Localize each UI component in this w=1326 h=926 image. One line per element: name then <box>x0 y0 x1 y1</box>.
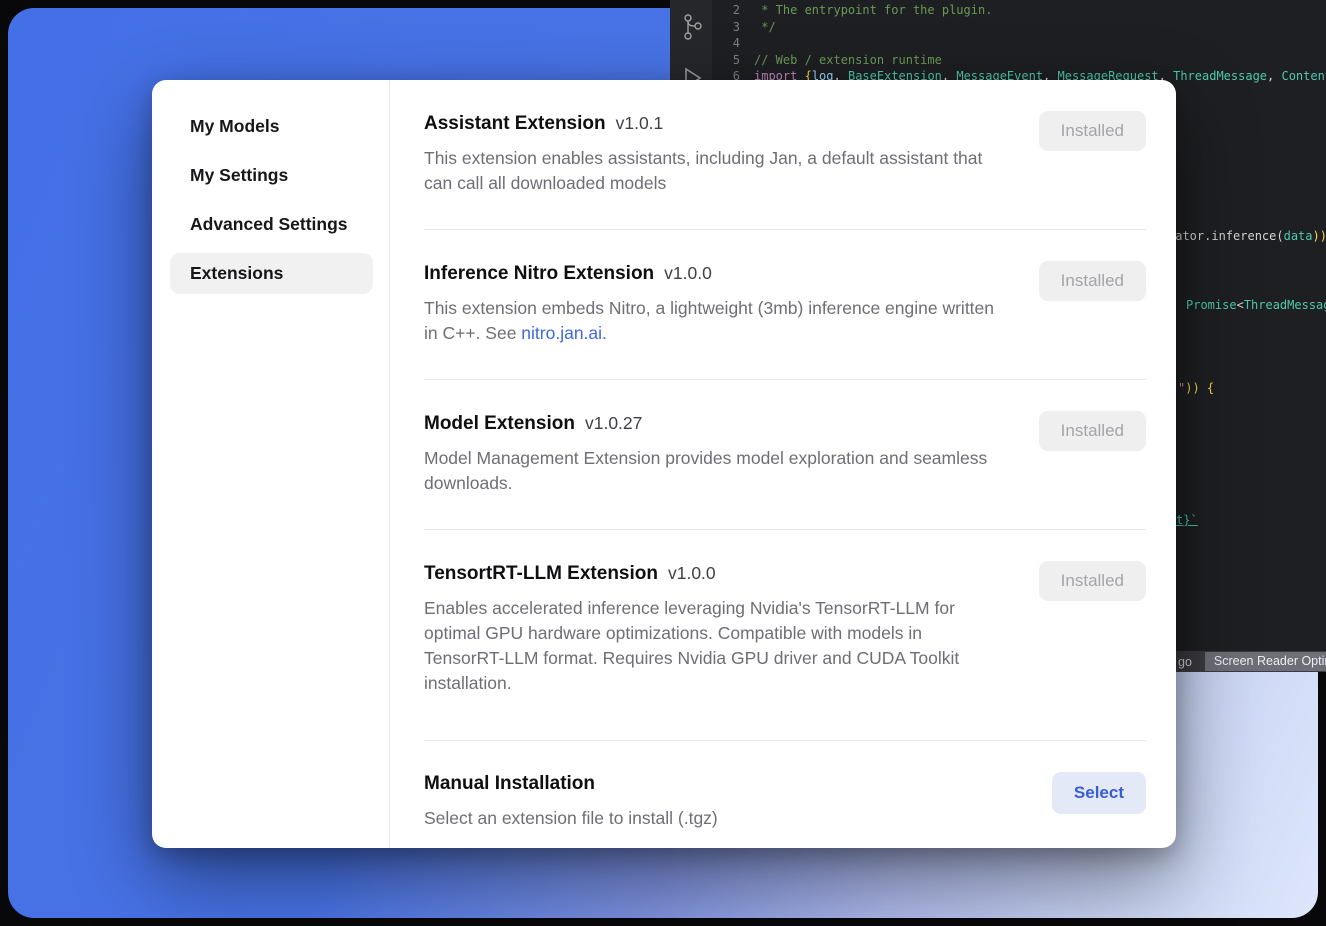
code-text: */ <box>754 19 776 36</box>
extensions-list: Assistant Extension v1.0.1 This extension … <box>390 80 1176 848</box>
code-line: 3 */ <box>712 19 1326 36</box>
extension-row: Manual Installation Select an extension f… <box>424 741 1146 848</box>
source-control-icon[interactable] <box>678 12 704 42</box>
extension-info: TensortRT-LLM Extension v1.0.0 Enables acc… <box>424 561 1002 696</box>
code-line: 4 <box>712 35 1326 52</box>
code-fragment: Promise<ThreadMessage> <box>1186 297 1326 313</box>
code-text: // Web / extension runtime <box>754 52 942 69</box>
sidebar-item-extensions[interactable]: Extensions <box>170 253 373 294</box>
extension-description: Enables accelerated inference leveraging… <box>424 596 1002 696</box>
screen-reader-optimized-badge[interactable]: Screen Reader Optimized <box>1205 652 1326 671</box>
extension-title: Model Extension v1.0.27 <box>424 411 1002 436</box>
status-bar-text: go <box>1178 655 1192 669</box>
sidebar-item-advanced-settings[interactable]: Advanced Settings <box>170 204 373 245</box>
extension-row: Inference Nitro Extension v1.0.0 This exte… <box>424 230 1146 380</box>
settings-sidebar: My Models My Settings Advanced Settings Ext… <box>152 80 390 848</box>
extension-name: TensortRT-LLM Extension <box>424 563 658 584</box>
extension-description: This extension embeds Nitro, a lightweig… <box>424 296 1002 346</box>
extension-title: Assistant Extension v1.0.1 <box>424 111 1002 136</box>
code-fragment: rator.inference(data)); <box>1168 228 1326 244</box>
installed-button[interactable]: Installed <box>1039 411 1146 451</box>
line-number: 4 <box>712 35 740 52</box>
code-fragment: ")) { <box>1178 380 1214 396</box>
installed-button[interactable]: Installed <box>1039 111 1146 151</box>
extension-description: This extension enables assistants, inclu… <box>424 146 1002 196</box>
extension-row: Assistant Extension v1.0.1 This extension … <box>424 80 1146 230</box>
sidebar-item-my-settings[interactable]: My Settings <box>170 155 373 196</box>
installed-button[interactable]: Installed <box>1039 261 1146 301</box>
extension-version: v1.0.1 <box>616 113 664 133</box>
code-line: 5 // Web / extension runtime <box>712 52 1326 69</box>
extension-version: v1.0.0 <box>668 563 716 583</box>
select-file-button[interactable]: Select <box>1052 772 1146 814</box>
extension-title: TensortRT-LLM Extension v1.0.0 <box>424 561 1002 586</box>
extension-info: Inference Nitro Extension v1.0.0 This exte… <box>424 261 1002 346</box>
code-text: * The entrypoint for the plugin. <box>754 2 992 19</box>
extension-info: Assistant Extension v1.0.1 This extension … <box>424 111 1002 196</box>
extension-info: Model Extension v1.0.27 Model Management E… <box>424 411 1002 496</box>
line-number: 2 <box>712 2 740 19</box>
extension-title: Inference Nitro Extension v1.0.0 <box>424 261 1002 286</box>
extension-name: Model Extension <box>424 413 575 434</box>
line-number: 3 <box>712 19 740 36</box>
extension-row: TensortRT-LLM Extension v1.0.0 Enables acc… <box>424 530 1146 741</box>
line-number: 5 <box>712 52 740 69</box>
desktop-canvas: 2 * The entrypoint for the plugin.3 */45… <box>0 0 1326 926</box>
extension-info: Manual Installation Select an extension f… <box>424 772 718 831</box>
sidebar-item-my-models[interactable]: My Models <box>170 106 373 147</box>
extension-title: Manual Installation <box>424 772 718 796</box>
extension-description: Model Management Extension provides mode… <box>424 446 1002 496</box>
extension-version: v1.0.0 <box>664 263 712 283</box>
code-area: 2 * The entrypoint for the plugin.3 */45… <box>712 2 1326 85</box>
settings-modal: My Models My Settings Advanced Settings Ext… <box>152 80 1176 848</box>
extension-name: Assistant Extension <box>424 113 606 134</box>
extension-row: Model Extension v1.0.27 Model Management E… <box>424 380 1146 530</box>
code-fragment: t}` <box>1176 512 1198 528</box>
extension-name: Manual Installation <box>424 773 595 794</box>
extension-name: Inference Nitro Extension <box>424 263 654 284</box>
extension-description: Select an extension file to install (.tg… <box>424 806 718 831</box>
extension-version: v1.0.27 <box>585 413 642 433</box>
nitro-jan-ai-link[interactable]: nitro.jan.ai. <box>521 323 607 343</box>
code-line: 2 * The entrypoint for the plugin. <box>712 2 1326 19</box>
installed-button[interactable]: Installed <box>1039 561 1146 601</box>
